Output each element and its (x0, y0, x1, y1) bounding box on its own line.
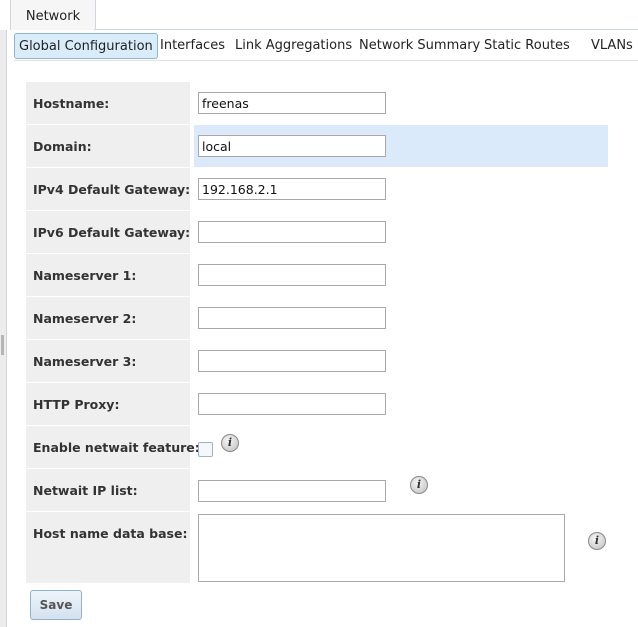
hostname-label-cell: Hostname: (26, 82, 192, 124)
ipv6-gateway-label-cell: IPv6 Default Gateway: (26, 211, 192, 253)
netwait-ip-list-label-cell: Netwait IP list: (26, 469, 192, 511)
nameserver3-label-cell: Nameserver 3: (26, 340, 192, 382)
netwait-enable-checkbox[interactable] (198, 442, 213, 457)
netwait-enable-row: Enable netwait feature: i (26, 426, 608, 469)
ipv6-gateway-row: IPv6 Default Gateway: (26, 211, 608, 254)
host-db-label-cell: Host name data base: (26, 512, 192, 583)
ipv4-gateway-field-cell (194, 168, 608, 210)
tab-global-configuration[interactable]: Global Configuration (14, 33, 158, 59)
domain-field-cell (194, 125, 608, 167)
http-proxy-label-cell: HTTP Proxy: (26, 383, 192, 425)
host-db-textarea[interactable] (198, 514, 565, 582)
netwait-ip-list-input[interactable] (198, 480, 386, 502)
ipv6-gateway-input[interactable] (198, 221, 386, 243)
netwait-ip-list-info-icon[interactable]: i (410, 476, 428, 494)
nameserver2-input[interactable] (198, 307, 386, 329)
nameserver1-label-cell: Nameserver 1: (26, 254, 192, 296)
nameserver2-row: Nameserver 2: (26, 297, 608, 340)
http-proxy-label: HTTP Proxy: (33, 397, 120, 412)
domain-input[interactable] (198, 135, 386, 157)
netwait-enable-label-cell: Enable netwait feature: (26, 426, 200, 468)
nameserver1-input[interactable] (198, 264, 386, 286)
domain-label-cell: Domain: (26, 125, 192, 167)
hostname-input[interactable] (198, 92, 386, 114)
netwait-enable-field-cell: i (194, 426, 608, 468)
hostname-row: Hostname: (26, 82, 608, 125)
netwait-ip-list-field-cell: i (194, 469, 608, 511)
ipv4-gateway-input[interactable] (198, 178, 386, 200)
netwait-enable-label: Enable netwait feature: (33, 440, 200, 455)
nameserver3-row: Nameserver 3: (26, 340, 608, 383)
host-db-label: Host name data base: (33, 526, 188, 541)
netwait-ip-list-row: Netwait IP list: i (26, 469, 608, 512)
nameserver2-field-cell (194, 297, 608, 339)
nameserver3-input[interactable] (198, 350, 386, 372)
nameserver1-label: Nameserver 1: (33, 268, 137, 283)
ipv4-gateway-row: IPv4 Default Gateway: (26, 168, 608, 211)
hostname-field-cell (194, 82, 608, 124)
left-scrollbar[interactable] (0, 30, 7, 627)
tab-static-routes[interactable]: Static Routes (484, 33, 570, 57)
ipv4-gateway-label-cell: IPv4 Default Gateway: (26, 168, 192, 210)
nameserver1-field-cell (194, 254, 608, 296)
ipv4-gateway-label: IPv4 Default Gateway: (33, 182, 191, 197)
http-proxy-input[interactable] (198, 393, 386, 415)
network-settings-page: Network Global Configuration Interfaces … (0, 0, 638, 627)
subtab-divider (14, 60, 638, 61)
tab-bar-divider (94, 29, 638, 30)
netwait-enable-info-icon[interactable]: i (221, 434, 239, 452)
domain-label: Domain: (33, 139, 92, 154)
netwait-ip-list-label: Netwait IP list: (33, 483, 138, 498)
nameserver1-row: Nameserver 1: (26, 254, 608, 297)
ipv6-gateway-field-cell (194, 211, 608, 253)
host-db-info-icon[interactable]: i (588, 532, 606, 550)
hostname-label: Hostname: (33, 96, 110, 111)
nameserver2-label: Nameserver 2: (33, 311, 137, 326)
network-subtabs: Global Configuration Interfaces Link Agg… (14, 32, 638, 60)
http-proxy-row: HTTP Proxy: (26, 383, 608, 426)
domain-row: Domain: (26, 125, 608, 168)
tab-network[interactable]: Network (10, 0, 96, 30)
http-proxy-field-cell (194, 383, 608, 425)
tab-vlans[interactable]: VLANs (591, 33, 633, 57)
nameserver3-label: Nameserver 3: (33, 354, 137, 369)
global-configuration-form: Hostname: Domain: IPv4 Default Gateway: … (26, 82, 608, 584)
tab-interfaces[interactable]: Interfaces (160, 33, 225, 57)
host-db-field-cell: i (194, 512, 608, 583)
left-scrollbar-thumb[interactable] (1, 335, 4, 355)
host-db-row: Host name data base: i (26, 512, 608, 584)
save-button[interactable]: Save (30, 590, 82, 620)
ipv6-gateway-label: IPv6 Default Gateway: (33, 225, 191, 240)
nameserver3-field-cell (194, 340, 608, 382)
tab-network-summary[interactable]: Network Summary (359, 33, 480, 57)
nameserver2-label-cell: Nameserver 2: (26, 297, 192, 339)
tab-link-aggregations[interactable]: Link Aggregations (235, 33, 352, 57)
